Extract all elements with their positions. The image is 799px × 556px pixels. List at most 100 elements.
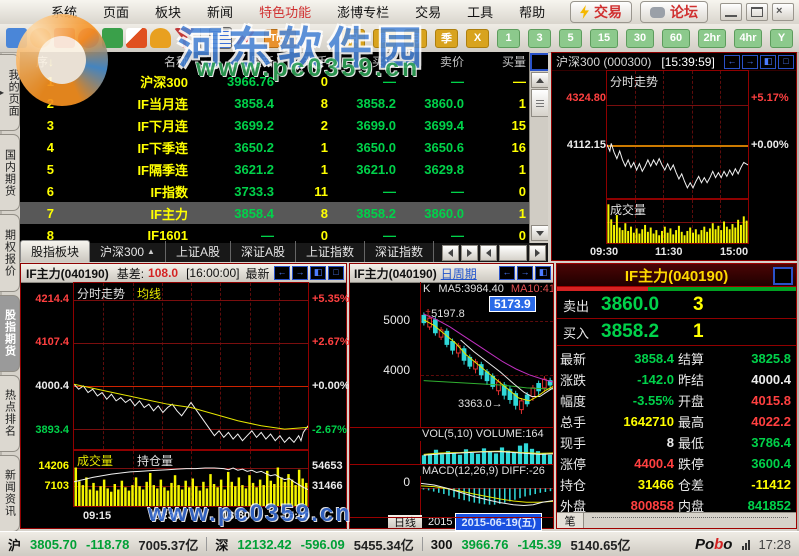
maximize-panel-icon[interactable]: □ (328, 266, 344, 280)
maximize-panel-icon[interactable]: □ (778, 55, 794, 69)
column-header-seq[interactable]: 序↓ (20, 53, 60, 70)
intraday-price-plot[interactable] (73, 282, 309, 450)
next-icon[interactable]: → (517, 266, 533, 280)
quote-table-header[interactable]: 序↓名称最新现手买价卖价买量 (20, 52, 548, 70)
filter-funnel-icon[interactable] (174, 28, 195, 48)
back-icon[interactable] (6, 28, 27, 48)
index-minichart-panel: 沪深300 (000300) [15:39:59] ← → ◧ □ 分时走势 4… (551, 52, 797, 261)
split-view-icon[interactable]: ◧ (535, 266, 551, 280)
blocks-icon[interactable] (102, 28, 123, 48)
hscroll-right-button[interactable] (529, 245, 546, 261)
panel-expand-icon[interactable] (530, 53, 548, 71)
report-icon[interactable] (54, 28, 75, 48)
period-button-2hr[interactable]: 2hr (698, 29, 726, 48)
timechart-time: [16:00:00] (186, 266, 239, 280)
tick-button[interactable]: Tick (264, 29, 296, 48)
period-button-周[interactable]: 周 (373, 29, 396, 48)
market-tab-沪深300[interactable]: 沪深300▲ (90, 241, 166, 262)
minimize-button[interactable] (720, 3, 742, 21)
period-button-30[interactable]: 30 (626, 29, 654, 48)
sidebar-tab-国内期货[interactable]: 国内期货 (0, 134, 20, 211)
period-button-Y[interactable]: Y (770, 29, 793, 48)
tab-scroll-left-button[interactable] (442, 245, 459, 261)
price-axis-label: 4107.4 (23, 336, 69, 348)
period-button-日[interactable]: 日 (342, 29, 365, 48)
menu-新闻[interactable]: 新闻 (194, 1, 246, 24)
market-tab-股指板块[interactable]: 股指板块 (20, 240, 90, 262)
period-button-4hr[interactable]: 4hr (734, 29, 762, 48)
table-row-IF指数[interactable]: 6IF指数3733.311——0 (20, 180, 548, 202)
menu-工具[interactable]: 工具 (454, 1, 506, 24)
scroll-down-button[interactable] (531, 225, 548, 241)
tab-scroll-right-button[interactable] (461, 245, 478, 261)
vertical-scrollbar[interactable] (529, 52, 548, 243)
prev-icon[interactable]: ← (724, 55, 740, 69)
split-view-icon[interactable]: ◧ (760, 55, 776, 69)
home-icon[interactable] (30, 28, 51, 48)
next-icon[interactable]: → (742, 55, 758, 69)
menu-澎博专栏[interactable]: 澎博专栏 (324, 1, 402, 24)
forum-button[interactable]: 论坛 (640, 1, 708, 23)
table-row-IF下月连[interactable]: 3IF下月连3699.223699.03699.415 (20, 114, 548, 136)
period-button-15[interactable]: 15 (590, 29, 618, 48)
ask-row[interactable]: 卖出 3860.0 3 (557, 292, 796, 319)
column-header-最新[interactable]: 最新 (194, 53, 280, 70)
period-button-3[interactable]: 3 (528, 29, 551, 48)
alarm-bell-icon[interactable] (150, 28, 171, 48)
menu-特色功能[interactable]: 特色功能 (246, 1, 324, 24)
period-button-5[interactable]: 5 (559, 29, 582, 48)
market-tab-深证A股[interactable]: 深证A股 (231, 241, 296, 262)
menu-页面[interactable]: 页面 (90, 1, 142, 24)
zoom-in-icon[interactable] (78, 28, 99, 48)
period-button-月[interactable]: 月 (404, 29, 427, 48)
maximize-panel-icon[interactable] (773, 267, 793, 285)
sidebar-tab-股指期货[interactable]: 股指期货 (0, 295, 20, 372)
trade-button[interactable]: 交易 (570, 1, 632, 23)
menu-系统[interactable]: 系统 (38, 1, 90, 24)
next-icon[interactable]: → (292, 266, 308, 280)
market-tab-上证指数[interactable]: 上证指数 (296, 241, 365, 262)
macd-plot[interactable] (420, 476, 553, 517)
column-header-名称[interactable]: 名称 (60, 53, 194, 70)
menu-板块[interactable]: 板块 (142, 1, 194, 24)
close-button[interactable]: × (772, 3, 794, 21)
table-row-IF下季连[interactable]: 4IF下季连3650.213650.03650.616 (20, 136, 548, 158)
tick-list-tab[interactable]: 笔 (557, 513, 584, 528)
column-header-买价[interactable]: 买价 (334, 53, 402, 70)
sidebar-tab-我的页面[interactable]: 我的页面▶ (0, 54, 20, 131)
period-button-X[interactable]: X (466, 29, 489, 48)
chart-icon[interactable] (235, 28, 256, 48)
split-view-icon[interactable]: ◧ (310, 266, 326, 280)
column-header-卖价[interactable]: 卖价 (402, 53, 470, 70)
edit-pencil-icon[interactable] (126, 28, 147, 48)
low-price-marker: 3363.0→ (458, 398, 503, 410)
scroll-thumb[interactable] (531, 89, 548, 117)
table-row-IF隔季连[interactable]: 5IF隔季连3621.213621.03629.81 (20, 158, 548, 180)
table-row-沪深300[interactable]: 1沪深3003966.760——— (20, 70, 548, 92)
hscroll-left-button[interactable] (480, 245, 497, 261)
scroll-up-button[interactable] (531, 72, 548, 88)
prev-icon[interactable]: ← (274, 266, 290, 280)
quote-table-icon[interactable] (209, 27, 232, 49)
bid-row[interactable]: 买入 3858.2 1 (557, 319, 796, 346)
menu-交易[interactable]: 交易 (402, 1, 454, 24)
period-button-季[interactable]: 季 (435, 29, 458, 48)
menu-帮助[interactable]: 帮助 (506, 1, 558, 24)
sidebar-tab-热点排名[interactable]: 热点排名 (0, 375, 20, 452)
maximize-button[interactable] (746, 3, 768, 21)
sidebar-tab-新闻资讯[interactable]: 新闻资讯 (0, 455, 20, 532)
table-row-IF当月连[interactable]: 2IF当月连3858.483858.23860.01 (20, 92, 548, 114)
period-button-1[interactable]: 1 (497, 29, 520, 48)
market-tab-深证指数[interactable]: 深证指数 (365, 241, 434, 262)
kvol-plot[interactable] (420, 441, 553, 464)
sidebar-tab-期权报价[interactable]: 期权报价 (0, 214, 20, 291)
market-tab-上证A股[interactable]: 上证A股 (166, 241, 231, 262)
axis-zero-pct: +0.00% (751, 139, 789, 151)
prev-icon[interactable]: ← (499, 266, 515, 280)
kchart-period-select[interactable]: 日周期 (441, 265, 477, 282)
table-row-IF主力[interactable]: 7IF主力3858.483858.23860.01 (20, 202, 548, 224)
column-header-现手[interactable]: 现手 (280, 53, 334, 70)
hscroll-thumb[interactable] (499, 245, 527, 261)
period-button-60[interactable]: 60 (662, 29, 690, 48)
column-header-买量[interactable]: 买量 (470, 53, 532, 70)
